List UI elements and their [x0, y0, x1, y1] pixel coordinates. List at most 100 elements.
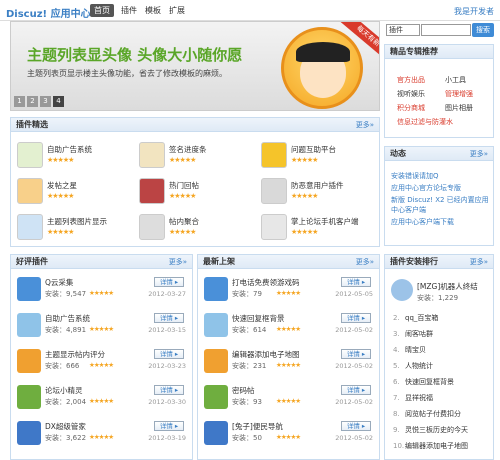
detail-button[interactable]: 详情 ▸: [341, 313, 371, 323]
pick-item[interactable]: 热门回帖 ★★★★★: [139, 176, 257, 210]
new-row[interactable]: 密码帖 安装：93 ★★★★★ 2012-05-02 详情 ▸: [198, 383, 379, 413]
pager-4[interactable]: 4: [53, 96, 64, 107]
developer-link[interactable]: 我是开发者: [454, 6, 494, 17]
plugin-name: 主题显示帖内评分: [45, 350, 105, 359]
plugin-icon: [17, 313, 41, 337]
pick-item[interactable]: 防恶意用户插件 ★★★★★: [261, 176, 379, 210]
detail-button[interactable]: 详情 ▸: [154, 313, 184, 323]
plugin-date: 2012-03-27: [148, 290, 186, 298]
banner[interactable]: 主题列表显头像 头像大小随你愿 主题列表页显示楼主头像功能，省去了修改模板的麻烦…: [10, 21, 380, 111]
pager-3[interactable]: 3: [40, 96, 51, 107]
pager-1[interactable]: 1: [14, 96, 25, 107]
topic-link[interactable]: 小工具: [445, 75, 466, 85]
rank-item[interactable]: 9. 灵悦三板历史的今天: [393, 425, 468, 435]
hair-icon: [296, 42, 350, 62]
search-button[interactable]: 搜索: [472, 23, 494, 37]
new-row[interactable]: 编辑器添加电子地图 安装：231 ★★★★★ 2012-05-02 详情 ▸: [198, 347, 379, 377]
rank-item[interactable]: 4. 晴宝贝: [393, 345, 426, 355]
detail-button[interactable]: 详情 ▸: [341, 421, 371, 431]
picks-title-text: 插件精选: [16, 120, 48, 129]
rank-item[interactable]: 5. 人物统计: [393, 361, 433, 371]
detail-button[interactable]: 详情 ▸: [341, 385, 371, 395]
rank-item[interactable]: 10.编辑器添加电子地图: [393, 441, 468, 451]
new-row[interactable]: [兔子]便民导航 安装：50 ★★★★★ 2012-05-02 详情 ▸: [198, 419, 379, 449]
plugin-icon: [204, 385, 228, 409]
picks-more-link[interactable]: 更多»: [356, 118, 374, 132]
nav-plugins[interactable]: 插件: [117, 4, 141, 17]
rating-stars: ★★★★★: [89, 433, 114, 441]
new-row[interactable]: 快速回复框背景 安装：614 ★★★★★ 2012-05-02 详情 ▸: [198, 311, 379, 341]
good-row[interactable]: 主题显示帖内评分 安装：666 ★★★★★ 2012-03-23 详情 ▸: [11, 347, 192, 377]
topic-link[interactable]: 图片相册: [445, 103, 473, 113]
pick-item[interactable]: 主题列表图片显示 ★★★★★: [17, 212, 135, 246]
dynamic-item[interactable]: 安装错误请加Q: [391, 171, 439, 181]
rank-top-name[interactable]: [MZG]机器人终结: [417, 281, 478, 292]
good-row[interactable]: Q云采集 安装：9,547 ★★★★★ 2012-03-27 详情 ▸: [11, 275, 192, 305]
rank-number: 7.: [393, 394, 400, 402]
plugin-date: 2012-05-02: [335, 362, 373, 370]
rating-stars: ★★★★★: [276, 361, 301, 369]
plugin-installs: 安装：614: [232, 326, 267, 334]
pager-2[interactable]: 2: [27, 96, 38, 107]
dynamic-box: 动态 更多» 安装错误请加Q 应用中心官方论坛专版 新版 Discuz! X2 已…: [384, 146, 494, 246]
nav-extensions[interactable]: 扩展: [165, 4, 189, 17]
dynamic-item[interactable]: 应用中心客户端下载: [391, 217, 454, 227]
rank-number: 4.: [393, 346, 400, 354]
plugin-installs: 安装：50: [232, 434, 262, 442]
rating-stars: ★★★★★: [89, 361, 114, 369]
good-row[interactable]: 自助广告系统 安装：4,891 ★★★★★ 2012-03-15 详情 ▸: [11, 311, 192, 341]
pick-item[interactable]: 发帖之星 ★★★★★: [17, 176, 135, 210]
topic-link[interactable]: 管理增强: [445, 89, 473, 99]
rank-item[interactable]: 6. 快速回复框背景: [393, 377, 454, 387]
good-row[interactable]: 论坛小精灵 安装：2,004 ★★★★★ 2012-03-30 详情 ▸: [11, 383, 192, 413]
topic-link[interactable]: 积分商城: [397, 103, 425, 113]
rating-stars: ★★★★★: [291, 156, 318, 164]
pick-item[interactable]: 签名进度条 ★★★★★: [139, 140, 257, 174]
rank-more-link[interactable]: 更多»: [470, 255, 488, 269]
rank-item[interactable]: 8. 阅览帖子付费扣分: [393, 409, 461, 419]
topic-link[interactable]: 视听娱乐: [397, 89, 425, 99]
plugin-installs: 安装：2,004: [45, 398, 87, 406]
good-title-text: 好评插件: [16, 257, 48, 266]
detail-button[interactable]: 详情 ▸: [341, 277, 371, 287]
dynamic-item[interactable]: 应用中心官方论坛专版: [391, 183, 461, 193]
rank-item[interactable]: 3. 闹客咕群: [393, 329, 433, 339]
new-row[interactable]: 打电话免费领游戏码 安装：79 ★★★★★ 2012-05-05 详情 ▸: [198, 275, 379, 305]
detail-button[interactable]: 详情 ▸: [154, 277, 184, 287]
pick-item[interactable]: 掌上论坛手机客户端 ★★★★★: [261, 212, 379, 246]
rank-title-text: 插件安装排行: [390, 257, 438, 266]
pick-item[interactable]: 帖内聚合 ★★★★★: [139, 212, 257, 246]
new-title-text: 最新上架: [203, 257, 235, 266]
detail-button[interactable]: 详情 ▸: [341, 349, 371, 359]
detail-button[interactable]: 详情 ▸: [154, 385, 184, 395]
detail-button[interactable]: 详情 ▸: [154, 421, 184, 431]
search-input[interactable]: [421, 24, 471, 36]
new-plugins-box: 最新上架 更多» 打电话免费领游戏码 安装：79 ★★★★★ 2012-05-05 详情 …: [197, 254, 380, 460]
rank-item[interactable]: 2. qq_百宝箱: [393, 313, 438, 323]
good-title: 好评插件 更多»: [11, 255, 192, 269]
rating-stars: ★★★★★: [89, 325, 114, 333]
good-plugins-box: 好评插件 更多» Q云采集 安装：9,547 ★★★★★ 2012-03-27 详情 ▸ 自…: [10, 254, 193, 460]
new-more-link[interactable]: 更多»: [356, 255, 374, 269]
pick-name: 签名进度条: [169, 145, 207, 154]
aggregate-icon: [139, 214, 165, 240]
good-row[interactable]: DX超级管家 安装：3,622 ★★★★★ 2012-03-19 详情 ▸: [11, 419, 192, 449]
plugin-installs: 安装：93: [232, 398, 262, 406]
pick-item[interactable]: 问题互助平台 ★★★★★: [261, 140, 379, 174]
rank-name: 快速回复框背景: [405, 378, 454, 386]
good-more-link[interactable]: 更多»: [169, 255, 187, 269]
pick-item[interactable]: 自助广告系统 ★★★★★: [17, 140, 135, 174]
rank-name: 人物统计: [405, 362, 433, 370]
rank-item[interactable]: 7. 显祥祝福: [393, 393, 433, 403]
nav-home[interactable]: 首页: [90, 4, 114, 17]
rank-number: 3.: [393, 330, 400, 338]
plugin-date: 2012-03-23: [148, 362, 186, 370]
dynamic-more-link[interactable]: 更多»: [470, 147, 488, 161]
search-type-select[interactable]: 插件: [386, 24, 420, 36]
dynamic-item[interactable]: 新版 Discuz! X2 已经内置应用中心客户端: [391, 195, 489, 215]
topic-link[interactable]: 信息过滤与防灌水: [397, 117, 453, 127]
site-logo[interactable]: Discuz! 应用中心: [6, 5, 91, 20]
topic-link[interactable]: 官方出品: [397, 75, 425, 85]
nav-templates[interactable]: 模板: [141, 4, 165, 17]
detail-button[interactable]: 详情 ▸: [154, 349, 184, 359]
